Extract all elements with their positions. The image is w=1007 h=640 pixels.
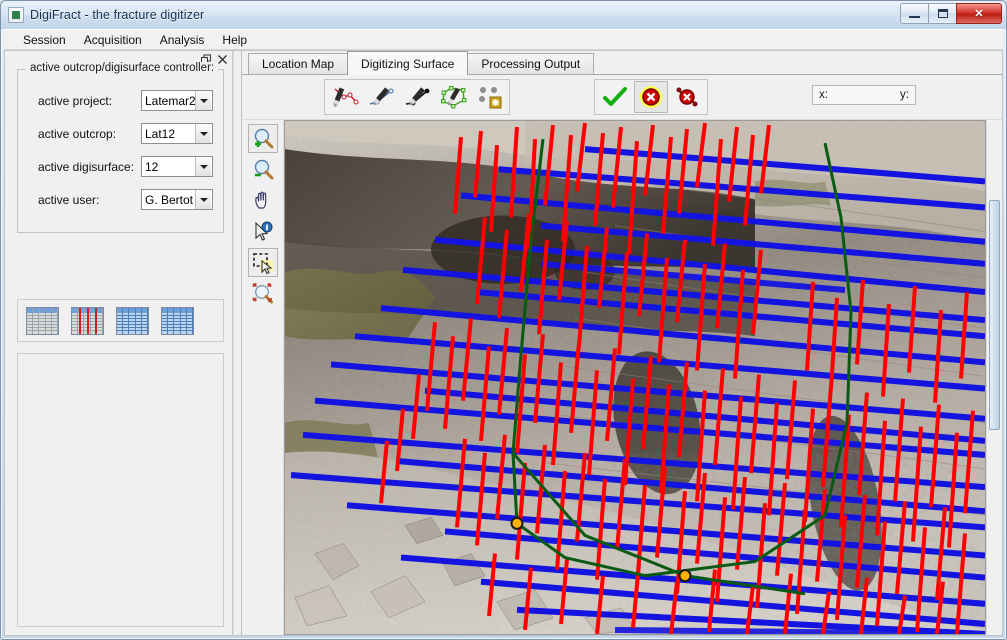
active-project-value: Latemar2 — [145, 93, 195, 108]
left-panel-empty-area — [17, 353, 224, 627]
close-panel-icon[interactable] — [217, 54, 228, 65]
zoom-extent-icon[interactable] — [248, 279, 278, 308]
table-all-icon[interactable] — [26, 306, 59, 335]
title-bar: DigiFract - the fracture digitizer ✕ — [1, 1, 1006, 29]
menu-item-analysis[interactable]: Analysis — [151, 31, 214, 49]
maximize-button[interactable] — [928, 3, 957, 24]
menu-item-help[interactable]: Help — [213, 31, 256, 49]
active-user-value: G. Bertot — [145, 192, 194, 207]
label-active-user: active user: — [38, 192, 100, 207]
panel-splitter[interactable] — [233, 51, 242, 635]
tab-location-map[interactable]: Location Map — [248, 53, 349, 74]
digitizing-toolbar: x: y: — [242, 75, 1002, 119]
chevron-down-icon — [195, 91, 211, 110]
chevron-down-icon — [195, 190, 211, 209]
group-title: active outcrop/digisurface controller: — [26, 62, 219, 74]
identify-info-icon[interactable] — [248, 217, 278, 246]
main-area: Location Map Digitizing Surface Processi… — [242, 51, 1002, 635]
active-project-combo[interactable]: Latemar2 — [141, 90, 213, 111]
chevron-down-icon — [195, 124, 211, 143]
menu-item-session[interactable]: Session — [14, 31, 75, 49]
active-outcrop-combo[interactable]: Lat12 — [141, 123, 213, 144]
scrollbar-thumb[interactable] — [989, 200, 1000, 430]
outcrop-controller-group: active outcrop/digisurface controller: a… — [17, 62, 224, 233]
action-tools-group — [594, 79, 708, 115]
zoom-in-icon[interactable] — [247, 124, 278, 153]
row-active-project: active project: Latemar2 — [28, 84, 213, 117]
active-user-combo[interactable]: G. Bertot — [141, 189, 213, 210]
coordinate-x-label: x: — [819, 89, 828, 101]
draw-tools-group — [324, 79, 510, 115]
menu-bar: Session Acquisition Analysis Help — [4, 29, 1003, 50]
close-button[interactable]: ✕ — [956, 3, 1002, 24]
active-outcrop-value: Lat12 — [145, 126, 176, 141]
pan-hand-icon[interactable] — [248, 186, 278, 215]
digitizing-canvas[interactable] — [284, 120, 986, 635]
coordinate-readout: x: y: — [812, 85, 916, 105]
left-panel: active outcrop/digisurface controller: a… — [5, 51, 233, 635]
canvas-wrapper — [242, 119, 1002, 635]
zoom-out-icon[interactable] — [248, 155, 278, 184]
body-area: active outcrop/digisurface controller: a… — [4, 50, 1003, 636]
window-controls: ✕ — [900, 3, 1002, 24]
coordinate-y-label: y: — [900, 89, 909, 101]
menu-item-acquisition[interactable]: Acquisition — [75, 31, 151, 49]
outcrop-scene — [285, 121, 985, 634]
row-active-outcrop: active outcrop: Lat12 — [28, 117, 213, 150]
digitize-points-icon[interactable] — [472, 81, 506, 113]
row-active-digisurface: active digisurface: 12 — [28, 150, 213, 183]
window-title: DigiFract - the fracture digitizer — [30, 8, 205, 22]
tab-processing-output[interactable]: Processing Output — [467, 53, 595, 74]
accept-check-icon[interactable] — [598, 81, 632, 113]
row-active-user: active user: G. Bertot — [28, 183, 213, 216]
app-icon — [8, 7, 24, 23]
table-buttons-strip — [17, 299, 224, 342]
tab-bar: Location Map Digitizing Surface Processi… — [242, 51, 1002, 75]
outcrop-photo-overlay — [285, 121, 985, 634]
active-digisurface-value: 12 — [145, 159, 159, 174]
cancel-x-icon[interactable] — [634, 81, 668, 113]
label-active-digisurface: active digisurface: — [38, 159, 135, 174]
select-rect-icon[interactable] — [247, 248, 278, 277]
digitize-line-blue-icon[interactable] — [364, 81, 398, 113]
label-active-outcrop: active outcrop: — [38, 126, 117, 141]
digitize-polygon-green-icon[interactable] — [436, 81, 470, 113]
chevron-down-icon — [195, 157, 211, 176]
table-segments-icon[interactable] — [161, 306, 194, 335]
minimize-button[interactable] — [900, 3, 929, 24]
digitize-polyline-red-icon[interactable] — [328, 81, 362, 113]
canvas-vertical-scrollbar[interactable] — [986, 120, 1002, 635]
delete-feature-icon[interactable] — [670, 81, 704, 113]
label-active-project: active project: — [38, 93, 113, 108]
table-beds-icon[interactable] — [116, 306, 149, 335]
active-digisurface-combo[interactable]: 12 — [141, 156, 213, 177]
table-fractures-icon[interactable] — [71, 306, 104, 335]
view-toolbar — [242, 120, 284, 635]
digitize-line-black-icon[interactable] — [400, 81, 434, 113]
application-window: DigiFract - the fracture digitizer ✕ Ses… — [0, 0, 1007, 640]
tab-digitizing-surface[interactable]: Digitizing Surface — [347, 51, 469, 75]
